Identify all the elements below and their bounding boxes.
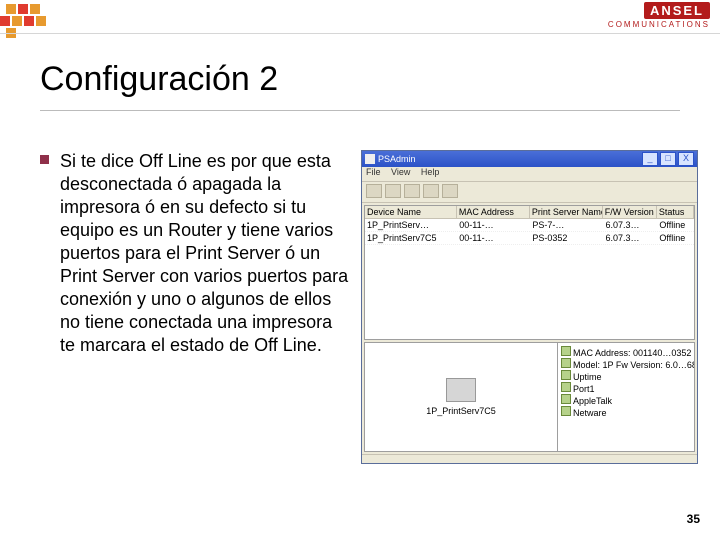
title-underline (40, 110, 680, 111)
cell: 6.07.3… (603, 219, 657, 231)
tree-item[interactable]: Model: 1P Fw Version: 6.0…68 (561, 358, 691, 370)
list-body: 1P_PrintServ…00-11-…PS-7-…6.07.3…Offline… (365, 219, 694, 339)
tree-item[interactable]: AppleTalk (561, 394, 691, 406)
tree-node-icon (561, 370, 571, 380)
mosaic-square (0, 16, 10, 26)
cell: Offline (657, 219, 694, 231)
cell: PS-0352 (530, 232, 603, 244)
toolbar-button[interactable] (442, 184, 458, 198)
toolbar-button[interactable] (366, 184, 382, 198)
menu-file[interactable]: File (366, 167, 381, 177)
tree-label: AppleTalk (573, 396, 612, 406)
close-button[interactable]: X (678, 152, 694, 166)
col-fw[interactable]: F/W Version (603, 206, 657, 218)
toolbar-button[interactable] (404, 184, 420, 198)
tree-node-icon (561, 406, 571, 416)
tree-label: Uptime (573, 372, 602, 382)
mosaic-square (12, 16, 22, 26)
tree-node-icon (561, 394, 571, 404)
titlebar: PSAdmin _ □ X (362, 151, 697, 167)
menu-view[interactable]: View (391, 167, 410, 177)
toolbar-button[interactable] (423, 184, 439, 198)
mosaic-square (6, 4, 16, 14)
menu-help[interactable]: Help (421, 167, 440, 177)
col-device[interactable]: Device Name (365, 206, 457, 218)
cell: 1P_PrintServ7C5 (365, 232, 457, 244)
tree-item[interactable]: Uptime (561, 370, 691, 382)
brand-name: ANSEL (644, 2, 710, 19)
toolbar (362, 182, 697, 203)
window-controls: _ □ X (642, 152, 694, 166)
mosaic-square (24, 16, 34, 26)
tree-label: MAC Address: 001140…0352 (573, 348, 691, 358)
mosaic-square (36, 16, 46, 26)
device-list: Device Name MAC Address Print Server Nam… (364, 205, 695, 340)
app-icon (365, 154, 375, 164)
cell: 00-11-… (457, 232, 530, 244)
mosaic-square (30, 4, 40, 14)
tree-node-icon (561, 382, 571, 392)
col-mac[interactable]: MAC Address (457, 206, 530, 218)
header-divider (0, 33, 720, 34)
tree-item[interactable]: Netware (561, 406, 691, 418)
status-bar (362, 454, 697, 469)
table-row[interactable]: 1P_PrintServ…00-11-…PS-7-…6.07.3…Offline (365, 219, 694, 232)
tree-label: Netware (573, 408, 607, 418)
printer-icon (446, 378, 476, 402)
list-header: Device Name MAC Address Print Server Nam… (365, 206, 694, 219)
page-number: 35 (687, 512, 700, 526)
tree-label: Model: 1P Fw Version: 6.0…68 (573, 360, 695, 370)
cell: 00-11-… (457, 219, 530, 231)
cell: PS-7-… (530, 219, 603, 231)
detail-pane: 1P_PrintServ7C5 MAC Address: 001140…0352… (364, 342, 695, 452)
toolbar-button[interactable] (385, 184, 401, 198)
tree-node-icon (561, 346, 571, 356)
slide-header: ANSEL COMMUNICATIONS (0, 0, 720, 36)
slide-title: Configuración 2 (40, 60, 278, 99)
detail-left: 1P_PrintServ7C5 (364, 342, 558, 452)
tree-item[interactable]: Port1 (561, 382, 691, 394)
minimize-button[interactable]: _ (642, 152, 658, 166)
menu-bar: File View Help (362, 167, 697, 182)
maximize-button[interactable]: □ (660, 152, 676, 166)
detail-caption: 1P_PrintServ7C5 (426, 406, 496, 416)
mosaic-square (18, 4, 28, 14)
tree-label: Port1 (573, 384, 595, 394)
table-row[interactable]: 1P_PrintServ7C500-11-…PS-03526.07.3…Offl… (365, 232, 694, 245)
tree-item[interactable]: MAC Address: 001140…0352 (561, 346, 691, 358)
col-psname[interactable]: Print Server Name (530, 206, 603, 218)
bullet-icon (40, 155, 49, 164)
tree-node-icon (561, 358, 571, 368)
brand-subtitle: COMMUNICATIONS (608, 20, 710, 30)
brand-badge: ANSEL COMMUNICATIONS (608, 2, 710, 30)
detail-tree: MAC Address: 001140…0352Model: 1P Fw Ver… (558, 342, 695, 452)
window-title: PSAdmin (378, 154, 416, 164)
col-status[interactable]: Status (657, 206, 694, 218)
cell: 1P_PrintServ… (365, 219, 457, 231)
psadmin-window: PSAdmin _ □ X File View Help Device Name… (361, 150, 698, 464)
cell: Offline (657, 232, 694, 244)
cell: 6.07.3… (603, 232, 657, 244)
bullet-text: Si te dice Off Line es por que esta desc… (60, 150, 350, 357)
